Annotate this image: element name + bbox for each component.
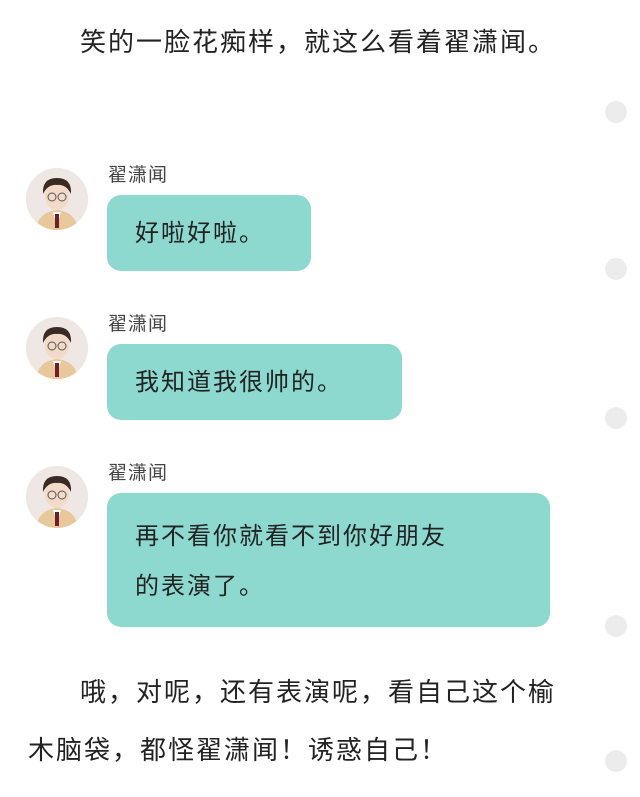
sender-name: 翟潇闻 (108, 313, 169, 335)
side-dot-icon[interactable] (605, 258, 627, 280)
sender-name: 翟潇闻 (108, 462, 169, 484)
message-bubble[interactable]: 再不看你就看不到你好朋友 的表演了。 (107, 493, 550, 627)
message-text-line-1: 再不看你就看不到你好朋友 (135, 522, 447, 550)
avatar[interactable] (26, 168, 88, 230)
story-paragraph-1: 笑的一脸花痴样，就这么看着翟潇闻。 (28, 14, 568, 72)
side-dot-icon[interactable] (605, 615, 627, 637)
chat-message-1: 翟潇闻 好啦好啦。 (0, 164, 600, 272)
message-text: 好啦好啦。 (135, 219, 265, 247)
chat-message-3: 翟潇闻 再不看你就看不到你好朋友 的表演了。 (0, 462, 600, 628)
avatar[interactable] (26, 317, 88, 379)
sender-name: 翟潇闻 (108, 164, 169, 186)
message-text-line-2: 的表演了。 (135, 572, 265, 600)
message-bubble[interactable]: 好啦好啦。 (107, 195, 311, 271)
paragraph-text: 哦，对呢，还有表演呢，看自己这个榆木脑袋，都怪翟潇闻！诱惑自己！ (28, 678, 557, 766)
message-bubble[interactable]: 我知道我很帅的。 (107, 344, 402, 420)
side-dot-icon[interactable] (605, 750, 627, 772)
chat-message-2: 翟潇闻 我知道我很帅的。 (0, 313, 600, 421)
side-dot-icon[interactable] (605, 101, 627, 123)
paragraph-text: 笑的一脸花痴样，就这么看着翟潇闻。 (80, 28, 557, 58)
story-paragraph-2: 哦，对呢，还有表演呢，看自己这个榆木脑袋，都怪翟潇闻！诱惑自己！ (28, 664, 568, 780)
side-dot-icon[interactable] (605, 407, 627, 429)
message-text: 我知道我很帅的。 (135, 368, 343, 396)
avatar[interactable] (26, 466, 88, 528)
